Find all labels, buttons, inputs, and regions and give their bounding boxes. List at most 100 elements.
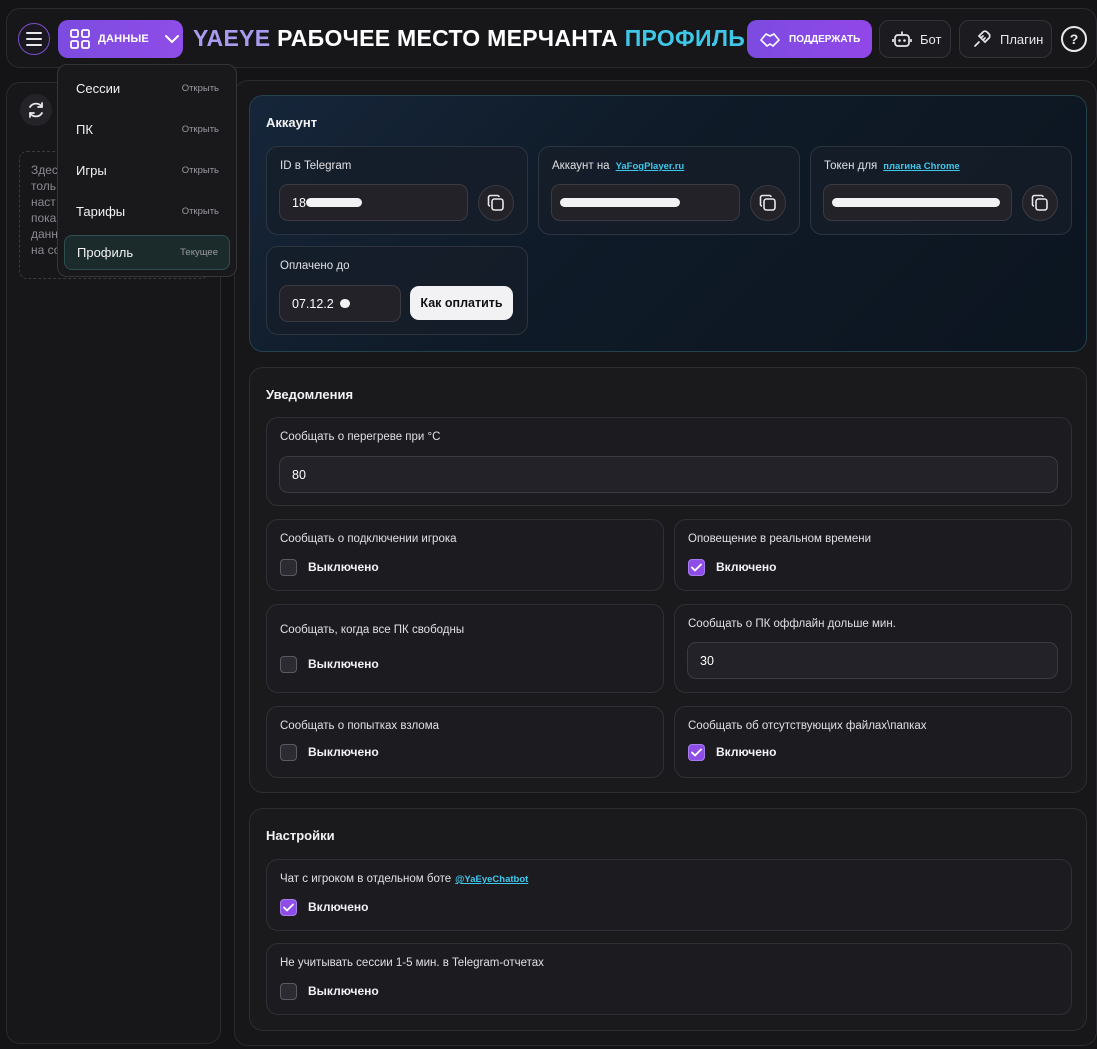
data-dropdown-menu: Сессии Открыть ПК Открыть Игры Открыть Т… bbox=[57, 64, 237, 277]
help-icon[interactable]: ? bbox=[1061, 26, 1087, 52]
player-connect-state: Выключено bbox=[308, 560, 379, 574]
hamburger-icon bbox=[26, 32, 42, 46]
plugin-token-field[interactable] bbox=[823, 184, 1012, 221]
grid-icon bbox=[70, 29, 90, 49]
menu-item-label: Тарифы bbox=[76, 204, 126, 219]
chat-bot-state: Включено bbox=[308, 900, 369, 914]
overheat-input[interactable]: 80 bbox=[279, 456, 1058, 493]
chat-bot-link[interactable]: @YaEyeChatbot bbox=[455, 874, 528, 885]
menu-item-tariffs[interactable]: Тарифы Открыть bbox=[64, 194, 230, 229]
all-free-checkbox[interactable] bbox=[280, 656, 297, 673]
chevron-down-icon bbox=[164, 34, 179, 43]
menu-item-profile[interactable]: Профиль Текущее bbox=[64, 235, 230, 270]
hack-attempts-label: Сообщать о попытках взлома bbox=[280, 720, 440, 732]
page-title: YAEYE РАБОЧЕЕ МЕСТО МЕРЧАНТА ПРОФИЛЬ bbox=[193, 25, 745, 52]
handshake-icon bbox=[760, 33, 780, 47]
data-menu-button[interactable]: Данные bbox=[58, 20, 183, 58]
redaction-mark bbox=[340, 299, 350, 308]
menu-item-status: Открыть bbox=[181, 124, 219, 135]
menu-item-label: Профиль bbox=[77, 245, 134, 260]
menu-item-status: Открыть bbox=[181, 206, 219, 217]
chat-bot-text: Чат с игроком в отдельном боте bbox=[280, 873, 452, 885]
title-main: РАБОЧЕЕ МЕСТО МЕРЧАНТА bbox=[277, 25, 618, 51]
redaction-mark bbox=[560, 198, 680, 207]
plugin-token-text: Токен для bbox=[824, 160, 878, 172]
site-account-text: Аккаунт на bbox=[552, 160, 610, 172]
bot-label: Бот bbox=[920, 31, 942, 47]
paid-until-field[interactable]: 07.12.2 bbox=[279, 285, 401, 322]
site-account-card: Аккаунт на YaFogPlayer.ru bbox=[538, 146, 800, 235]
menu-item-label: Игры bbox=[76, 163, 107, 178]
copy-icon bbox=[1031, 194, 1048, 211]
missing-files-card: Сообщать об отсутствующих файлах\папках … bbox=[674, 706, 1072, 778]
site-account-label: Аккаунт на YaFogPlayer.ru bbox=[552, 160, 684, 172]
short-sessions-checkbox[interactable] bbox=[280, 983, 297, 1000]
plug-icon bbox=[974, 30, 991, 47]
menu-item-label: ПК bbox=[76, 122, 93, 137]
plugin-link[interactable]: плагина Chrome bbox=[883, 161, 959, 172]
menu-item-sessions[interactable]: Сессии Открыть bbox=[64, 71, 230, 106]
realtime-checkbox[interactable] bbox=[688, 559, 705, 576]
missing-files-label: Сообщать об отсутствующих файлах\папках bbox=[688, 720, 927, 732]
offline-input[interactable]: 30 bbox=[687, 642, 1058, 679]
main-content: Аккаунт ID в Telegram 18 Аккаунт на YaFog… bbox=[234, 80, 1097, 1046]
paid-until-value: 07.12.2 bbox=[292, 296, 334, 311]
support-button[interactable]: Поддержать bbox=[747, 20, 872, 58]
section-heading: Уведомления bbox=[266, 387, 354, 402]
hack-attempts-checkbox[interactable] bbox=[280, 744, 297, 761]
copy-button[interactable] bbox=[1022, 185, 1058, 221]
copy-icon bbox=[487, 194, 504, 211]
realtime-state: Включено bbox=[716, 560, 777, 574]
telegram-id-field[interactable]: 18 bbox=[279, 184, 468, 221]
copy-button[interactable] bbox=[750, 185, 786, 221]
copy-button[interactable] bbox=[478, 185, 514, 221]
section-heading: Аккаунт bbox=[266, 115, 318, 130]
redaction-mark bbox=[832, 198, 1000, 207]
telegram-id-card: ID в Telegram 18 bbox=[266, 146, 528, 235]
site-link[interactable]: YaFogPlayer.ru bbox=[616, 161, 685, 172]
overheat-label: Сообщать о перегреве при °C bbox=[280, 431, 441, 443]
copy-icon bbox=[759, 194, 776, 211]
missing-files-state: Включено bbox=[716, 745, 777, 759]
notifications-section: Уведомления Сообщать о перегреве при °C … bbox=[249, 367, 1087, 793]
site-account-field[interactable] bbox=[551, 184, 740, 221]
menu-item-status: Открыть bbox=[181, 83, 219, 94]
player-connect-checkbox[interactable] bbox=[280, 559, 297, 576]
plugin-token-card: Токен для плагина Chrome bbox=[810, 146, 1072, 235]
all-free-label: Сообщать, когда все ПК свободны bbox=[280, 624, 465, 636]
menu-item-label: Сессии bbox=[76, 81, 121, 96]
short-sessions-state: Выключено bbox=[308, 984, 379, 998]
paid-until-label: Оплачено до bbox=[280, 260, 350, 272]
missing-files-checkbox[interactable] bbox=[688, 744, 705, 761]
short-sessions-label: Не учитывать сессии 1-5 мин. в Telegram-… bbox=[280, 957, 544, 969]
account-section: Аккаунт ID в Telegram 18 Аккаунт на YaFog… bbox=[249, 95, 1087, 352]
plugin-label: Плагин bbox=[1000, 31, 1044, 47]
top-bar: Данные YAEYE РАБОЧЕЕ МЕСТО МЕРЧАНТА ПРОФ… bbox=[6, 8, 1097, 68]
title-section: ПРОФИЛЬ bbox=[624, 25, 746, 51]
menu-item-games[interactable]: Игры Открыть bbox=[64, 153, 230, 188]
telegram-id-value: 18 bbox=[292, 195, 306, 210]
chat-bot-card: Чат с игроком в отдельном боте @YaEyeChat… bbox=[266, 859, 1072, 931]
short-sessions-card: Не учитывать сессии 1-5 мин. в Telegram-… bbox=[266, 943, 1072, 1015]
brand-name: YAEYE bbox=[193, 25, 271, 51]
menu-item-pc[interactable]: ПК Открыть bbox=[64, 112, 230, 147]
menu-button[interactable] bbox=[18, 23, 50, 55]
refresh-icon bbox=[29, 102, 43, 118]
how-to-pay-button[interactable]: Как оплатить bbox=[410, 286, 513, 320]
check-icon bbox=[283, 903, 294, 912]
paid-until-card: Оплачено до 07.12.2 Как оплатить bbox=[266, 246, 528, 335]
player-connect-card: Сообщать о подключении игрока Выключено bbox=[266, 519, 664, 591]
realtime-label: Оповещение в реальном времени bbox=[688, 533, 872, 545]
redaction-mark bbox=[306, 198, 362, 207]
robot-icon bbox=[892, 31, 912, 47]
section-heading: Настройки bbox=[266, 828, 335, 843]
chat-bot-checkbox[interactable] bbox=[280, 899, 297, 916]
offline-label: Сообщать о ПК оффлайн дольше мин. bbox=[688, 618, 896, 630]
bot-button[interactable]: Бот bbox=[879, 20, 951, 58]
refresh-button[interactable] bbox=[20, 94, 52, 126]
overheat-card: Сообщать о перегреве при °C 80 bbox=[266, 417, 1072, 506]
plugin-button[interactable]: Плагин bbox=[959, 20, 1052, 58]
all-free-state: Выключено bbox=[308, 657, 379, 671]
player-connect-label: Сообщать о подключении игрока bbox=[280, 533, 457, 545]
all-free-card: Сообщать, когда все ПК свободны Выключен… bbox=[266, 604, 664, 693]
